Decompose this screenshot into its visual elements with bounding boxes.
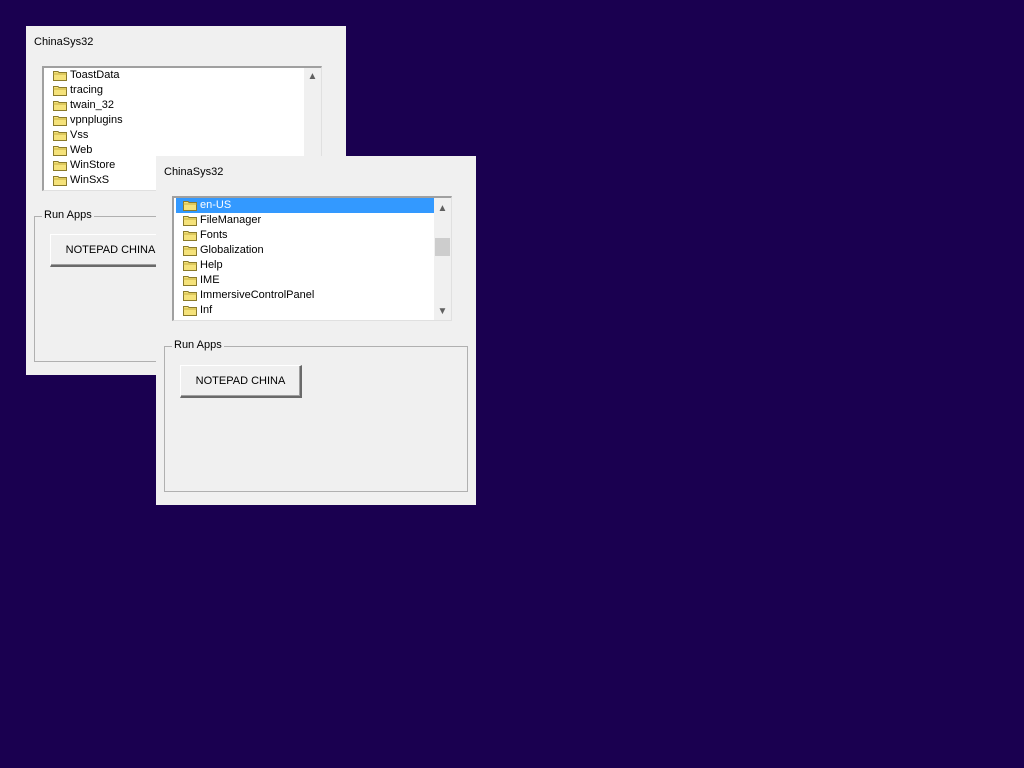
notepad-china-button[interactable]: NOTEPAD CHINA <box>180 365 302 398</box>
folder-icon <box>183 216 197 226</box>
folder-list-items: en-US FileManager Fonts Globalization Help IM… <box>174 198 434 320</box>
window-title: ChinaSys32 <box>34 36 94 48</box>
chinasys32-window-front: ChinaSys32 en-US FileManager Fonts Globaliz… <box>156 156 476 505</box>
folder-name: vpnplugins <box>70 114 123 126</box>
folder-name: Help <box>200 259 223 271</box>
list-item[interactable]: ToastData <box>44 68 304 83</box>
folder-name: tracing <box>70 84 104 96</box>
folder-name: IME <box>200 274 220 286</box>
folder-icon <box>183 276 197 286</box>
scroll-thumb[interactable] <box>435 238 450 256</box>
list-item[interactable]: tracing <box>44 83 304 98</box>
folder-icon <box>183 306 197 316</box>
list-item[interactable]: vpnplugins <box>44 113 304 128</box>
list-item[interactable]: Vss <box>44 128 304 143</box>
list-item[interactable]: twain_32 <box>44 98 304 113</box>
scroll-up-arrow-icon[interactable]: ▲ <box>304 68 321 85</box>
folder-icon <box>53 101 67 111</box>
folder-name: Web <box>70 144 93 156</box>
list-item[interactable]: en-US <box>174 198 434 213</box>
listbox-scrollbar[interactable]: ▲ ▼ <box>434 198 451 320</box>
list-item[interactable]: IME <box>174 273 434 288</box>
group-label: Run Apps <box>42 209 94 221</box>
folder-icon <box>53 146 67 156</box>
folder-name: ToastData <box>70 69 120 81</box>
folder-name: WinSxS <box>70 174 110 186</box>
folder-icon <box>183 201 197 211</box>
folder-icon <box>53 71 67 81</box>
group-label: Run Apps <box>172 339 224 351</box>
folder-name: WinStore <box>70 159 116 171</box>
folder-icon <box>183 261 197 271</box>
folder-name: en-US <box>200 199 232 211</box>
folder-icon <box>183 231 197 241</box>
folder-icon <box>53 161 67 171</box>
folder-name: Fonts <box>200 229 228 241</box>
window-title: ChinaSys32 <box>164 166 224 178</box>
list-item[interactable]: Globalization <box>174 243 434 258</box>
list-item[interactable]: Help <box>174 258 434 273</box>
list-item[interactable]: Fonts <box>174 228 434 243</box>
folder-listbox[interactable]: en-US FileManager Fonts Globalization Help IM… <box>172 196 452 321</box>
folder-icon <box>53 86 67 96</box>
folder-icon <box>53 116 67 126</box>
list-item[interactable]: ImmersiveControlPanel <box>174 288 434 303</box>
folder-name: Inf <box>200 304 213 316</box>
folder-icon <box>53 131 67 141</box>
folder-name: Vss <box>70 129 89 141</box>
folder-icon <box>53 176 67 186</box>
notepad-china-button[interactable]: NOTEPAD CHINA <box>50 234 172 267</box>
folder-name: Globalization <box>200 244 264 256</box>
scroll-up-arrow-icon[interactable]: ▲ <box>434 200 451 217</box>
scroll-down-arrow-icon[interactable]: ▼ <box>434 303 451 320</box>
list-item[interactable]: Inf <box>174 303 434 318</box>
folder-name: FileManager <box>200 214 262 226</box>
folder-icon <box>183 291 197 301</box>
folder-name: ImmersiveControlPanel <box>200 289 315 301</box>
folder-icon <box>183 246 197 256</box>
folder-name: twain_32 <box>70 99 115 111</box>
run-apps-group: Run Apps NOTEPAD CHINA <box>164 339 468 492</box>
list-item[interactable]: FileManager <box>174 213 434 228</box>
